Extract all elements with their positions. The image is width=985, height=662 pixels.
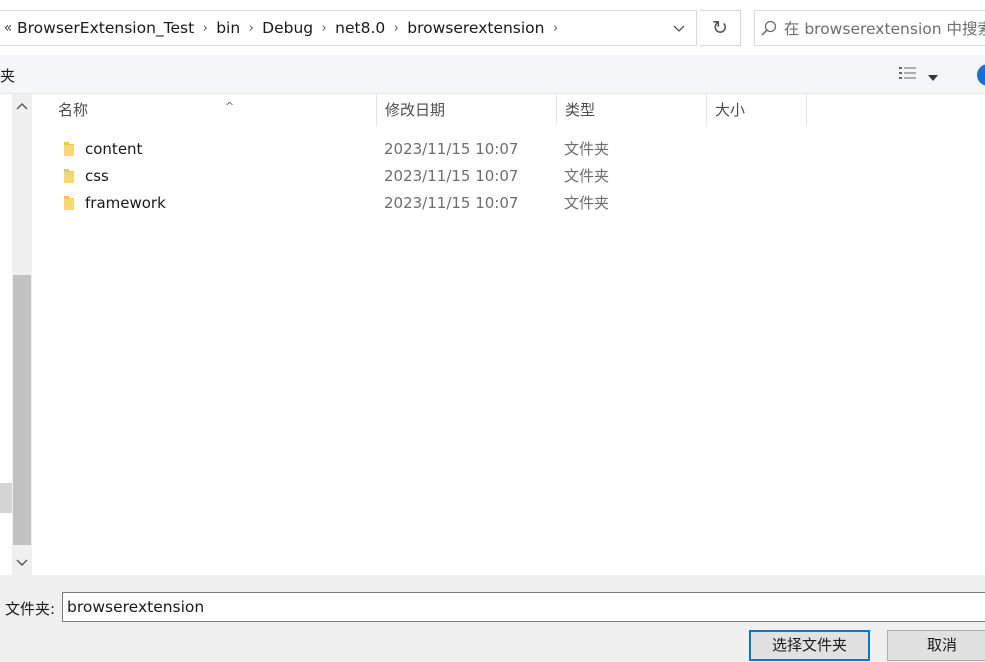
breadcrumb-item-net8[interactable]: net8.0 xyxy=(335,19,385,37)
folder-name-input[interactable]: browserextension xyxy=(62,592,985,622)
column-header-name[interactable]: 名称 ^ xyxy=(50,94,377,126)
folder-icon xyxy=(50,195,76,211)
breadcrumb-chevron-icon[interactable]: › xyxy=(194,21,216,36)
file-name: framework xyxy=(85,193,166,212)
address-row: « BrowserExtension_Test › bin › Debug › … xyxy=(0,0,985,55)
details-view-icon xyxy=(898,65,918,85)
scroll-down-icon[interactable] xyxy=(12,552,32,574)
column-header-type-label: 类型 xyxy=(565,101,596,119)
file-type: 文件夹 xyxy=(564,140,610,158)
address-bar[interactable]: « BrowserExtension_Test › bin › Debug › … xyxy=(0,10,697,46)
navigation-pane xyxy=(0,94,12,575)
breadcrumb-chevron-icon[interactable]: › xyxy=(313,21,335,36)
dialog-footer: 文件夹: browserextension 选择文件夹 取消 xyxy=(0,575,985,662)
search-field[interactable]: 在 browserextension 中搜索 xyxy=(754,10,985,46)
column-header-size-label: 大小 xyxy=(715,101,746,119)
column-header-name-label: 名称 xyxy=(58,101,89,119)
breadcrumb-chevron-icon[interactable]: › xyxy=(545,21,567,36)
navigation-scrollbar-thumb[interactable] xyxy=(0,483,12,513)
sort-ascending-icon: ^ xyxy=(225,100,235,113)
breadcrumb-overflow-icon[interactable]: « xyxy=(0,20,17,36)
help-icon[interactable] xyxy=(977,64,985,86)
breadcrumb-chevron-icon[interactable]: › xyxy=(385,21,407,36)
column-header-date-label: 修改日期 xyxy=(385,101,446,119)
content-area: 名称 ^ 修改日期 类型 大小 content 2023/11/15 10:07… xyxy=(0,94,985,575)
file-date: 2023/11/15 10:07 xyxy=(384,166,519,185)
file-list: 名称 ^ 修改日期 类型 大小 content 2023/11/15 10:07… xyxy=(32,94,985,575)
folder-label: 文件夹: xyxy=(5,600,56,618)
file-date: 2023/11/15 10:07 xyxy=(384,193,519,212)
refresh-icon: ↻ xyxy=(712,17,728,39)
list-item[interactable]: content 2023/11/15 10:07 文件夹 xyxy=(50,135,910,162)
search-placeholder: 在 browserextension 中搜索 xyxy=(783,20,985,38)
file-type: 文件夹 xyxy=(564,167,610,185)
folder-picker-dialog: « BrowserExtension_Test › bin › Debug › … xyxy=(0,0,985,662)
column-header-size[interactable]: 大小 xyxy=(707,94,807,126)
chevron-down-icon[interactable] xyxy=(668,19,690,39)
cancel-button[interactable]: 取消 xyxy=(887,630,985,661)
column-header-date[interactable]: 修改日期 xyxy=(377,94,557,126)
column-header-type[interactable]: 类型 xyxy=(557,94,707,126)
breadcrumb-item-browserextension-test[interactable]: BrowserExtension_Test xyxy=(17,19,194,37)
breadcrumb-item-browserextension[interactable]: browserextension xyxy=(407,19,544,37)
file-name: css xyxy=(85,166,109,185)
file-date: 2023/11/15 10:07 xyxy=(384,139,519,158)
toolbar: 夹 xyxy=(0,55,985,94)
breadcrumb-item-debug[interactable]: Debug xyxy=(262,19,313,37)
folder-icon xyxy=(50,141,76,157)
search-icon xyxy=(755,11,784,45)
refresh-button[interactable]: ↻ xyxy=(700,10,741,46)
breadcrumb: BrowserExtension_Test › bin › Debug › ne… xyxy=(17,19,567,37)
breadcrumb-chevron-icon[interactable]: › xyxy=(240,21,262,36)
new-folder-button[interactable]: 夹 xyxy=(0,65,15,86)
scroll-up-icon[interactable] xyxy=(12,95,32,117)
view-options-button[interactable] xyxy=(898,64,950,86)
navigation-scrollbar[interactable] xyxy=(12,94,32,575)
scrollbar-thumb[interactable] xyxy=(13,275,31,545)
file-type: 文件夹 xyxy=(564,194,610,212)
view-dropdown-icon xyxy=(928,66,938,85)
file-name: content xyxy=(85,139,143,158)
folder-icon xyxy=(50,168,76,184)
list-item[interactable]: css 2023/11/15 10:07 文件夹 xyxy=(50,162,910,189)
list-item[interactable]: framework 2023/11/15 10:07 文件夹 xyxy=(50,189,910,216)
select-folder-button[interactable]: 选择文件夹 xyxy=(749,630,870,661)
breadcrumb-item-bin[interactable]: bin xyxy=(216,19,240,37)
